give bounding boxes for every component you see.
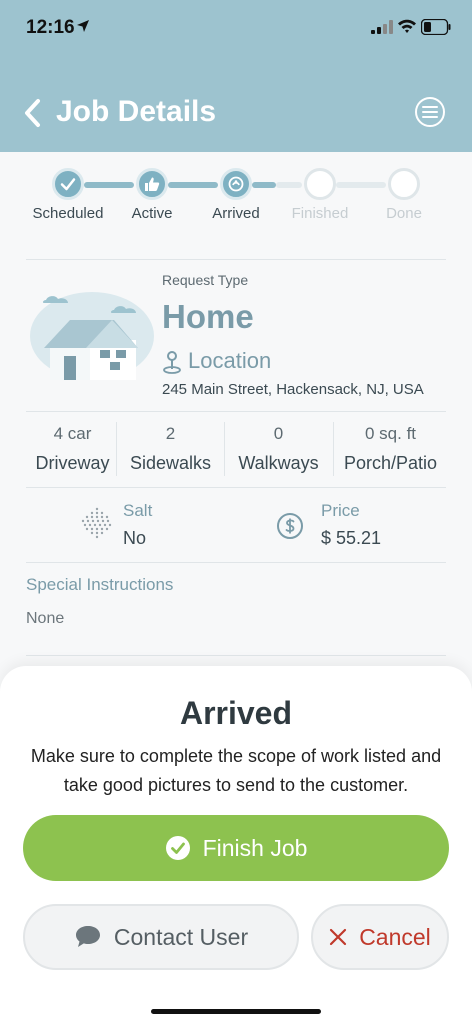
battery-icon (421, 19, 451, 35)
divider (26, 655, 446, 656)
contact-user-label: Contact User (113, 923, 249, 950)
finish-job-content: Finish Job (23, 815, 449, 881)
stat-label: Driveway (35, 453, 110, 473)
chat-bubble-icon (75, 926, 100, 947)
address-text: 245 Main Street, Hackensack, NJ, USA (162, 381, 424, 398)
house-illustration (30, 292, 154, 380)
close-icon (330, 928, 347, 946)
page-title: Job Details (56, 95, 217, 128)
request-type-value: Home (162, 298, 254, 335)
stat-walkways: 0 Walkways (224, 420, 333, 478)
step-label-done: Done (386, 205, 422, 222)
price-label: Price (321, 501, 360, 520)
request-type-label: Request Type (162, 272, 249, 288)
special-instructions-value: None (26, 610, 65, 627)
divider (26, 411, 446, 412)
divider (26, 487, 446, 488)
finish-job-button[interactable]: Finish Job (23, 815, 449, 881)
location-arrow-icon (77, 20, 89, 32)
stat-divider (333, 422, 334, 476)
contact-user-button[interactable]: Contact User (23, 904, 299, 970)
status-time: 12:16 (26, 17, 75, 38)
step-connector (252, 182, 276, 188)
map-pin-icon (163, 351, 181, 374)
step-finished-indicator (304, 168, 336, 200)
salt-value: No (123, 528, 147, 548)
price-value: $ 55.21 (321, 528, 382, 548)
stat-driveway: 4 car Driveway (18, 420, 127, 478)
stat-label: Porch/Patio (343, 453, 438, 473)
check-icon (60, 178, 76, 191)
step-connector (276, 182, 302, 188)
special-instructions-title: Special Instructions (26, 575, 174, 594)
step-active-indicator (136, 168, 168, 200)
step-done-indicator (388, 168, 420, 200)
step-connector (336, 182, 386, 188)
stat-value: 0 sq. ft (364, 424, 417, 443)
stat-label: Sidewalks (129, 453, 212, 473)
step-arrived-indicator (220, 168, 252, 200)
stat-porch-patio: 0 sq. ft Porch/Patio (336, 420, 445, 478)
cancel-label: Cancel (359, 923, 431, 950)
job-stats-row: 4 car Driveway 2 Sidewalks 0 Walkways 0 … (18, 420, 454, 478)
menu-icon[interactable] (414, 96, 446, 128)
sheet-message: Make sure to complete the scope of work … (30, 746, 442, 795)
salt-icon (81, 507, 112, 539)
check-circle-icon (165, 836, 190, 860)
dollar-icon (277, 513, 303, 539)
location-label[interactable]: Location (188, 348, 271, 374)
stat-value: 0 (273, 424, 284, 443)
divider (26, 562, 446, 563)
stat-sidewalks: 2 Sidewalks (116, 420, 225, 478)
home-indicator[interactable] (151, 1009, 321, 1014)
step-connector (168, 182, 218, 188)
sheet-title: Arrived (179, 695, 293, 731)
cancel-button[interactable]: Cancel (311, 904, 449, 970)
thumbs-up-icon (145, 177, 160, 191)
finish-job-label: Finish Job (202, 834, 308, 861)
step-connector (84, 182, 134, 188)
header-bar: 12:16 Job Details (0, 0, 472, 152)
wifi-icon (398, 19, 416, 33)
stat-value: 2 (165, 424, 176, 443)
divider (26, 259, 446, 260)
stat-label: Walkways (238, 453, 319, 473)
stat-value: 4 car (53, 424, 92, 443)
signal-icon (371, 20, 393, 34)
arrived-icon (228, 176, 244, 192)
job-progress-stepper: Scheduled Active Arrived Finished Done (0, 162, 472, 232)
back-chevron-icon[interactable] (22, 96, 48, 130)
step-scheduled-indicator (52, 168, 84, 200)
salt-label: Salt (123, 501, 153, 520)
status-bar: 12:16 (0, 0, 472, 56)
